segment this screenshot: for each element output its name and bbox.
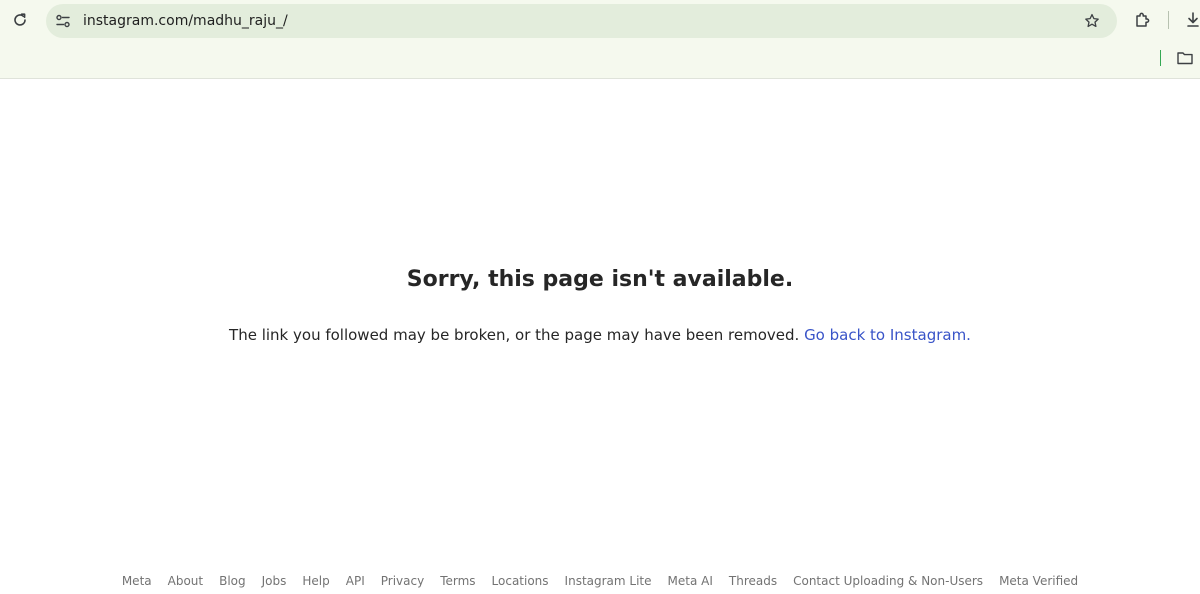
footer-link-jobs[interactable]: Jobs bbox=[262, 573, 287, 589]
footer-link-api[interactable]: API bbox=[346, 573, 365, 589]
url-text[interactable]: instagram.com/madhu_raju_/ bbox=[83, 12, 288, 30]
star-icon[interactable] bbox=[1082, 11, 1102, 31]
download-icon[interactable] bbox=[1184, 10, 1200, 30]
footer-link-locations[interactable]: Locations bbox=[492, 573, 549, 589]
page-content: Sorry, this page isn't available. The li… bbox=[0, 79, 1200, 594]
address-bar[interactable]: instagram.com/madhu_raju_/ bbox=[46, 4, 1117, 38]
site-info-icon[interactable] bbox=[54, 12, 72, 30]
footer-link-meta-ai[interactable]: Meta AI bbox=[668, 573, 713, 589]
puzzle-icon[interactable] bbox=[1133, 10, 1153, 30]
browser-toolbar: instagram.com/madhu_raju_/ bbox=[0, 0, 1200, 79]
page-title: Sorry, this page isn't available. bbox=[406, 267, 794, 292]
bookmarks-divider bbox=[1160, 50, 1161, 66]
footer-links: Meta About Blog Jobs Help API Privacy Te… bbox=[0, 573, 1200, 589]
toolbar-divider bbox=[1168, 11, 1169, 29]
footer-link-terms[interactable]: Terms bbox=[440, 573, 475, 589]
error-message-text: The link you followed may be broken, or … bbox=[229, 326, 800, 344]
reload-icon[interactable] bbox=[10, 10, 30, 30]
footer-link-threads[interactable]: Threads bbox=[729, 573, 777, 589]
footer-link-blog[interactable]: Blog bbox=[219, 573, 246, 589]
footer-link-instagram-lite[interactable]: Instagram Lite bbox=[565, 573, 652, 589]
footer-link-help[interactable]: Help bbox=[302, 573, 329, 589]
footer-link-about[interactable]: About bbox=[168, 573, 203, 589]
error-message: The link you followed may be broken, or … bbox=[0, 325, 1200, 345]
footer-link-meta-verified[interactable]: Meta Verified bbox=[999, 573, 1078, 589]
footer-link-meta[interactable]: Meta bbox=[122, 573, 152, 589]
footer-link-privacy[interactable]: Privacy bbox=[381, 573, 424, 589]
footer-link-contact-uploading[interactable]: Contact Uploading & Non-Users bbox=[793, 573, 983, 589]
folder-icon[interactable] bbox=[1175, 49, 1195, 67]
back-to-instagram-link[interactable]: Go back to Instagram. bbox=[804, 326, 971, 344]
